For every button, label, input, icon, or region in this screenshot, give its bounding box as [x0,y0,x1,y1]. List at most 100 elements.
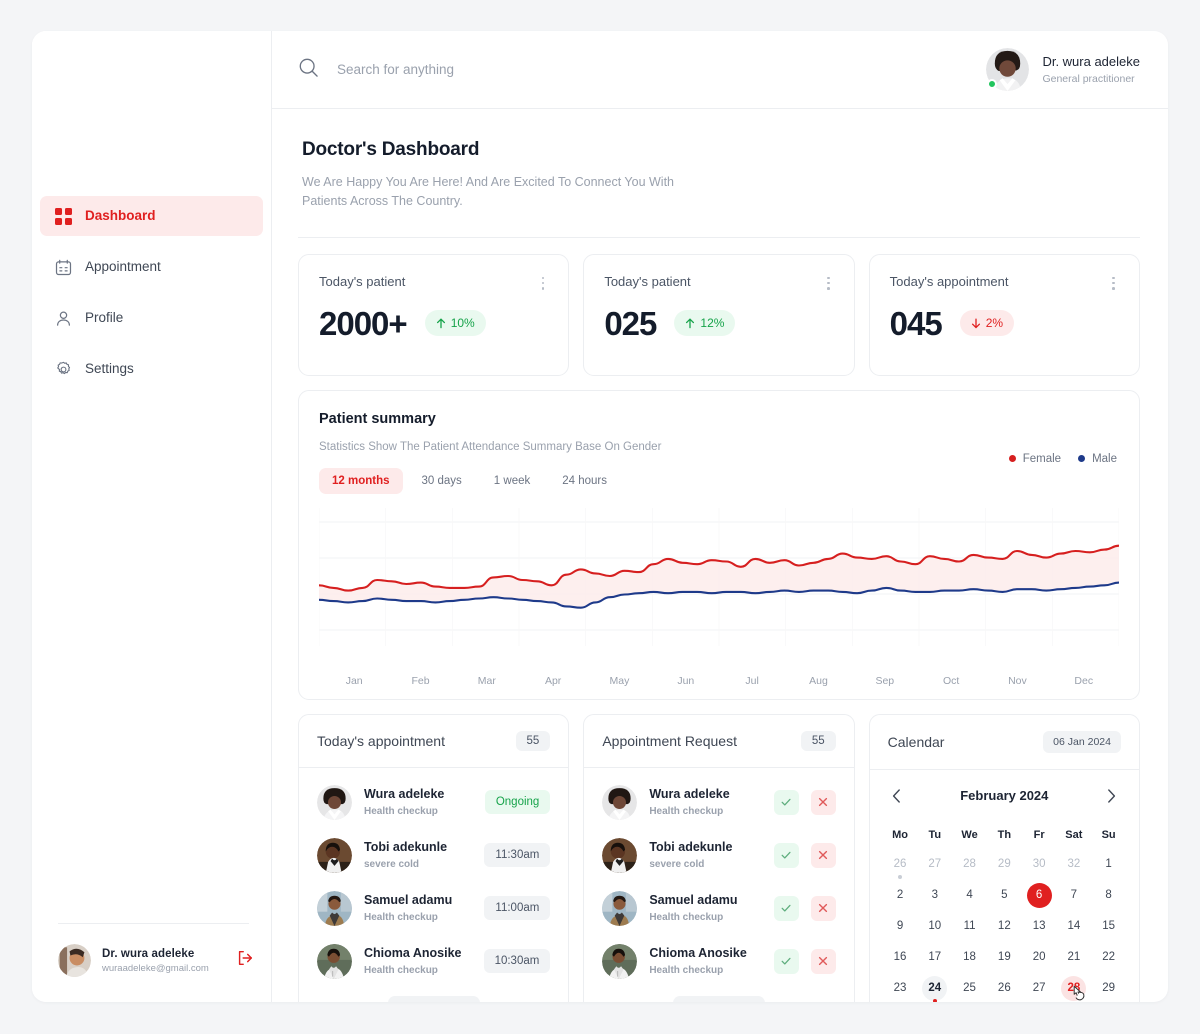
stat-card-top: Today's appointment [890,274,1119,293]
calendar-day-25[interactable]: 25 [952,973,987,1002]
calendar-day-15[interactable]: 15 [1091,911,1126,942]
decline-button[interactable] [810,842,836,868]
calendar-dow-row: Mo Tu We Th Fr Sat Su [883,821,1126,849]
row-info: Chioma Anosike Health checkup [649,946,761,976]
calendar-day-24[interactable]: 24 [917,973,952,1002]
accept-button[interactable] [773,842,799,868]
calendar-day-number: 32 [1067,858,1081,871]
legend-dot-male [1078,455,1086,463]
accept-button[interactable] [773,789,799,815]
calendar-day-7[interactable]: 7 [1056,880,1091,911]
table-row[interactable]: Samuel adamu Health checkup 11:00am [317,882,551,935]
calendar-day-number: 15 [1102,920,1116,933]
decline-button[interactable] [810,789,836,815]
sidebar-item-dashboard[interactable]: Dashboard [40,196,263,236]
patient-summary-chart [319,507,1119,668]
sidebar-item-appointment[interactable]: Appointment [40,247,263,287]
calendar-day-1[interactable]: 1 [1091,849,1126,880]
calendar-day-17[interactable]: 17 [917,942,952,973]
calendar-day-10[interactable]: 10 [917,911,952,942]
calendar-day-number: 28 [963,858,976,871]
calendar-day-28[interactable]: 28 [952,849,987,880]
calendar-day-26[interactable]: 26 [883,849,918,880]
calendar-day-number: 24 [922,975,948,1001]
decline-button[interactable] [810,895,836,921]
table-row[interactable]: Chioma Anosike Health checkup 10:30am [317,935,551,988]
see-more-wrap: See more [584,988,853,1002]
close-icon [819,798,828,807]
app-window: Dashboard Appointment Profile Settings D… [32,31,1168,1002]
appointment-time-badge: 10:30am [483,949,551,974]
grid-icon [54,207,72,225]
calendar-day-number: 3 [931,889,938,902]
calendar-day-18[interactable]: 18 [952,942,987,973]
stat-delta-text: 2% [985,316,1004,331]
chevron-left-icon[interactable] [886,785,908,807]
tab-1-week[interactable]: 1 week [481,468,543,494]
calendar-day-11[interactable]: 11 [952,911,987,942]
calendar-day-12[interactable]: 12 [987,911,1022,942]
calendar-day-9[interactable]: 9 [883,911,918,942]
tab-30-days[interactable]: 30 days [409,468,475,494]
chevron-right-icon[interactable] [1101,785,1123,807]
page-title: Doctor's Dashboard [302,139,480,160]
table-row[interactable]: Tobi adekunle severe cold 11:30am [317,829,551,882]
table-row[interactable]: Samuel adamu Health checkup [602,882,836,935]
accept-button[interactable] [773,895,799,921]
search-input[interactable] [337,62,677,77]
calendar-day-13[interactable]: 13 [1022,911,1057,942]
calendar-day-21[interactable]: 21 [1056,942,1091,973]
calendar-day-16[interactable]: 16 [883,942,918,973]
calendar-day-28[interactable]: 28 [1056,973,1091,1002]
sidebar-item-label: Profile [85,310,124,326]
calendar-day-32[interactable]: 32 [1056,849,1091,880]
calendar-day-5[interactable]: 5 [987,880,1022,911]
table-row[interactable]: Wura adeleke Health checkup Ongoing [317,776,551,829]
stat-value: 025 [604,304,657,342]
summary-range-tabs: 12 months 30 days 1 week 24 hours [319,467,1119,494]
sidebar-item-settings[interactable]: Settings [40,349,263,389]
calendar-day-26[interactable]: 26 [987,973,1022,1002]
see-more-button[interactable]: See more [672,995,765,1002]
table-row[interactable]: Wura adeleke Health checkup [602,776,836,829]
table-row[interactable]: Chioma Anosike Health checkup [602,935,836,988]
calendar-day-20[interactable]: 20 [1022,942,1057,973]
table-row[interactable]: Tobi adekunle severe cold [602,829,836,882]
search-bar[interactable] [298,57,986,83]
decline-button[interactable] [810,948,836,974]
see-more-button[interactable]: See more [387,995,480,1002]
logout-icon[interactable] [236,949,254,972]
calendar-date-pill: 06 Jan 2024 [1043,730,1121,753]
calendar-day-27[interactable]: 27 [917,849,952,880]
calendar-day-3[interactable]: 3 [917,880,952,911]
calendar-day-22[interactable]: 22 [1091,942,1126,973]
sidebar-item-profile[interactable]: Profile [40,298,263,338]
tab-24-hours[interactable]: 24 hours [549,468,620,494]
tab-12-months[interactable]: 12 months [319,467,403,494]
sidebar-user-profile[interactable]: Dr. wura adeleke wuraadeleke@gmail.com [58,944,254,977]
calendar-day-number: 10 [928,920,942,933]
x-tick-label: Jul [745,674,759,687]
calendar-day-19[interactable]: 19 [987,942,1022,973]
calendar-day-2[interactable]: 2 [883,880,918,911]
calendar-day-29[interactable]: 29 [987,849,1022,880]
kebab-menu-icon[interactable] [1108,274,1119,293]
calendar-day-29[interactable]: 29 [1091,973,1126,1002]
calendar-day-number: 26 [893,858,907,871]
calendar-day-14[interactable]: 14 [1056,911,1091,942]
calendar-day-27[interactable]: 27 [1022,973,1057,1002]
calendar-day-30[interactable]: 30 [1022,849,1057,880]
topbar-user[interactable]: Dr. wura adeleke General practitioner [986,48,1140,91]
accept-button[interactable] [773,948,799,974]
calendar-dow-mo: Mo [892,828,908,841]
calendar-day-number: 28 [1061,975,1087,1001]
calendar-week-row: 26 27 28 29 30 32 1 [883,849,1126,880]
kebab-menu-icon[interactable] [538,274,549,293]
calendar-day-6[interactable]: 6 [1022,880,1057,911]
appointment-time-badge: 11:00am [484,896,551,921]
calendar-day-4[interactable]: 4 [952,880,987,911]
sidebar-item-label: Settings [85,361,134,377]
calendar-day-8[interactable]: 8 [1091,880,1126,911]
kebab-menu-icon[interactable] [823,274,834,293]
calendar-day-23[interactable]: 23 [883,973,918,1002]
